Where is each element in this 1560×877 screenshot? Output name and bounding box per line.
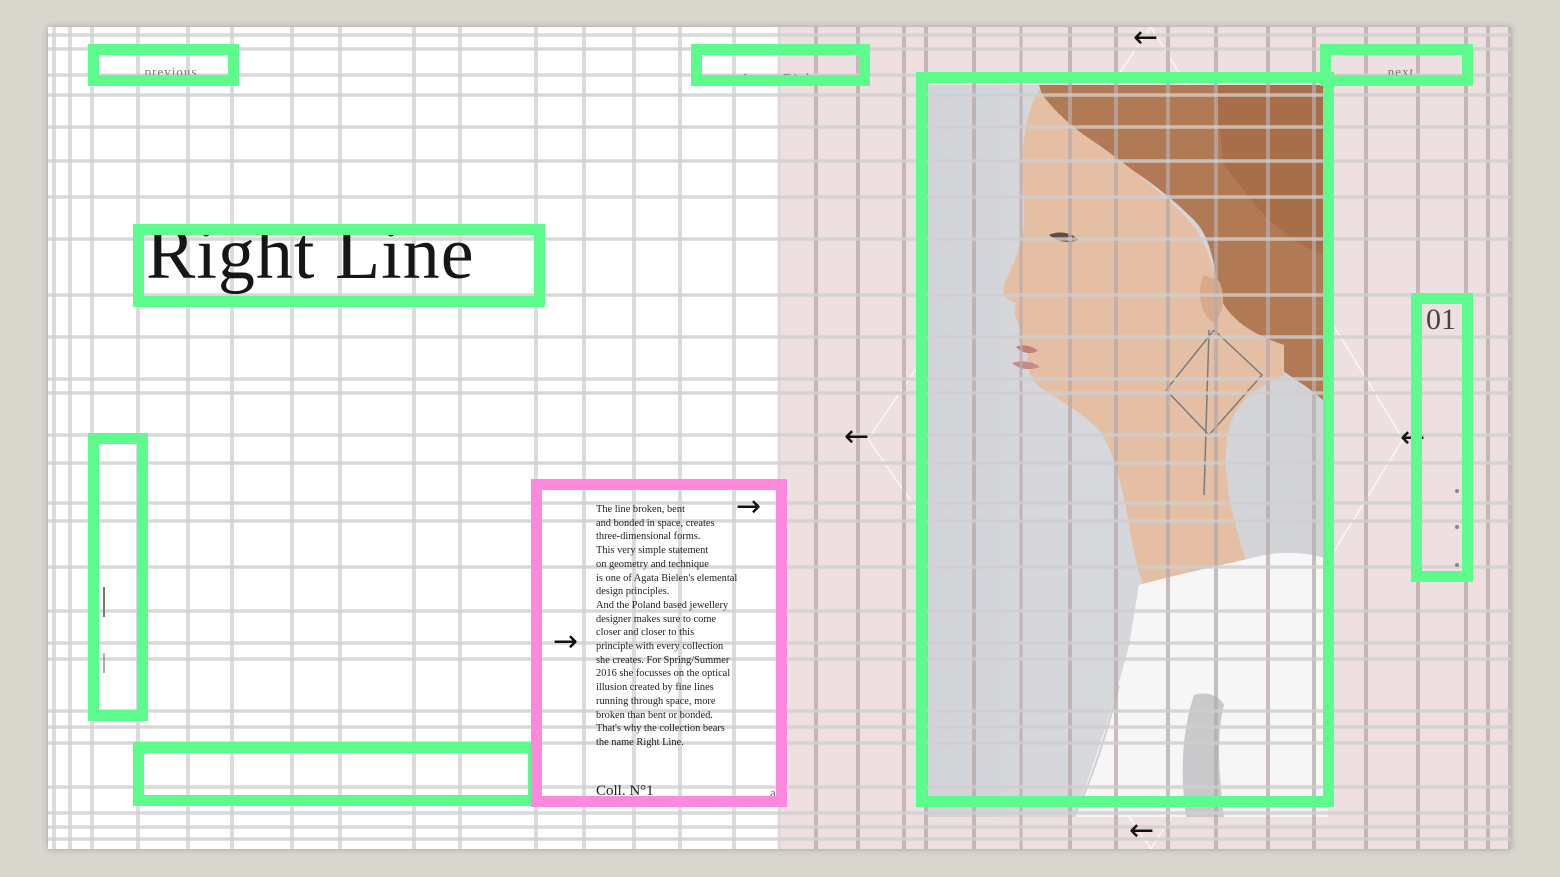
highlight-footer xyxy=(133,742,539,806)
highlight-description xyxy=(531,479,787,807)
arrow-left-icon: ← xyxy=(844,419,870,454)
highlight-scroll xyxy=(88,433,148,721)
highlight-previous xyxy=(88,44,239,86)
highlight-photo xyxy=(916,72,1334,807)
highlight-brand xyxy=(691,44,870,86)
highlight-title xyxy=(133,224,545,307)
highlight-next xyxy=(1320,44,1473,86)
highlight-pagination xyxy=(1411,293,1473,582)
arrow-left-icon: ← xyxy=(1133,27,1159,55)
arrow-left-icon: ← xyxy=(1129,813,1155,848)
